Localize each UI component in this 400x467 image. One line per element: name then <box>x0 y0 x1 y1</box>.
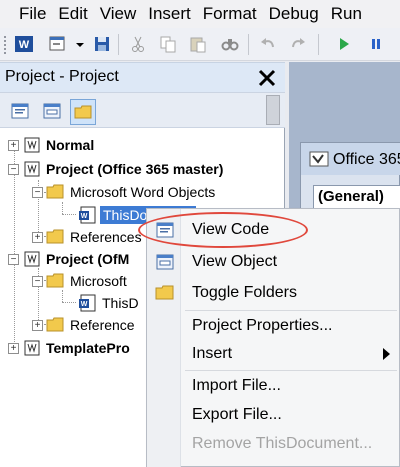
redo-icon[interactable] <box>288 34 308 54</box>
menu-edit[interactable]: Edit <box>58 0 93 28</box>
copy-icon[interactable] <box>158 34 178 54</box>
menu-item-project-properties[interactable]: Project Properties... <box>147 311 400 341</box>
standard-toolbar: W <box>0 28 400 61</box>
collapse-icon[interactable]: − <box>32 275 43 287</box>
expand-icon[interactable]: + <box>8 139 19 151</box>
toolbar-grip[interactable] <box>3 35 7 55</box>
menu-format[interactable]: Format <box>203 0 263 28</box>
cut-icon[interactable] <box>128 34 148 54</box>
folder-icon <box>46 228 66 246</box>
folder-icon <box>155 284 175 302</box>
view-object-icon <box>155 253 175 271</box>
collapse-icon[interactable]: − <box>32 186 43 198</box>
svg-text:W: W <box>81 301 88 308</box>
tree-item-project-office-365-master[interactable]: − Project (Office 365 master) <box>8 158 223 180</box>
word-document-icon: W <box>78 294 98 312</box>
menu-item-toggle-folders[interactable]: Toggle Folders <box>147 278 400 308</box>
toggle-folders-icon[interactable] <box>70 99 96 125</box>
menu-item-export-file[interactable]: Export File... <box>147 400 400 430</box>
tree-item-project-ofm[interactable]: − Project (OfM <box>8 248 129 270</box>
close-icon[interactable] <box>252 63 282 93</box>
dropdown-arrow-icon[interactable] <box>70 34 84 54</box>
menu-view[interactable]: View <box>100 0 143 28</box>
folder-icon <box>46 316 66 334</box>
module-window-icon <box>309 150 329 168</box>
vba-project-icon <box>22 160 42 178</box>
vba-project-icon <box>22 339 42 357</box>
paste-icon[interactable] <box>188 34 208 54</box>
svg-text:W: W <box>19 39 30 51</box>
code-window-title-bar: Office 365 <box>301 143 400 175</box>
run-icon[interactable] <box>334 34 354 54</box>
panel-scrollbar[interactable] <box>266 95 280 125</box>
expand-icon[interactable]: + <box>32 231 43 243</box>
word-document-icon: W <box>78 206 98 224</box>
project-panel-title: Project - Project <box>5 68 119 85</box>
undo-icon[interactable] <box>258 34 278 54</box>
tree-item-thisdocument-2[interactable]: W ThisD <box>78 292 139 314</box>
tree-item-templateproject[interactable]: + TemplatePro <box>8 337 130 359</box>
menu-insert[interactable]: Insert <box>148 0 197 28</box>
code-window-title: Office 365 <box>333 151 400 168</box>
save-icon[interactable] <box>92 34 112 54</box>
menu-item-insert[interactable]: Insert <box>147 339 400 369</box>
context-menu: View Code View Object Toggle Folders Pro… <box>146 208 400 467</box>
insert-userform-icon[interactable] <box>48 34 68 54</box>
view-code-icon[interactable] <box>8 99 34 125</box>
collapse-icon[interactable]: − <box>8 253 19 265</box>
collapse-icon[interactable]: − <box>8 163 19 175</box>
menu-bar: File Edit View Insert Format Debug Run <box>0 0 400 28</box>
project-panel-toolbar <box>0 92 285 128</box>
submenu-arrow-icon <box>383 348 390 360</box>
tree-item-word-objects-folder-2[interactable]: − Microsoft <box>32 270 127 292</box>
menu-debug[interactable]: Debug <box>269 0 325 28</box>
svg-text:W: W <box>81 213 88 220</box>
expand-icon[interactable]: + <box>32 319 43 331</box>
break-icon[interactable] <box>366 34 386 54</box>
view-code-icon <box>155 221 175 239</box>
word-app-icon[interactable]: W <box>14 34 34 54</box>
menu-item-remove-thisdocument: Remove ThisDocument... <box>192 435 373 452</box>
folder-open-icon <box>46 272 66 290</box>
tree-item-normal[interactable]: + Normal <box>8 134 94 156</box>
tree-item-references-folder-2[interactable]: + Reference <box>32 314 135 336</box>
menu-item-view-object[interactable]: View Object <box>147 247 400 277</box>
tree-item-references-folder[interactable]: + References <box>32 226 142 248</box>
menu-item-import-file[interactable]: Import File... <box>147 371 400 401</box>
expand-icon[interactable]: + <box>8 342 19 354</box>
folder-open-icon <box>46 183 66 201</box>
project-panel-title-bar: Project - Project <box>0 62 285 92</box>
tree-item-word-objects-folder[interactable]: − Microsoft Word Objects <box>32 181 215 203</box>
menu-file[interactable]: File <box>19 0 52 28</box>
vba-project-icon <box>22 136 42 154</box>
object-combo[interactable]: (General) <box>313 185 400 209</box>
menu-run[interactable]: Run <box>331 0 368 28</box>
menu-item-view-code[interactable]: View Code <box>147 215 400 245</box>
vba-project-icon <box>22 250 42 268</box>
view-object-icon[interactable] <box>40 99 66 125</box>
find-icon[interactable] <box>220 34 240 54</box>
